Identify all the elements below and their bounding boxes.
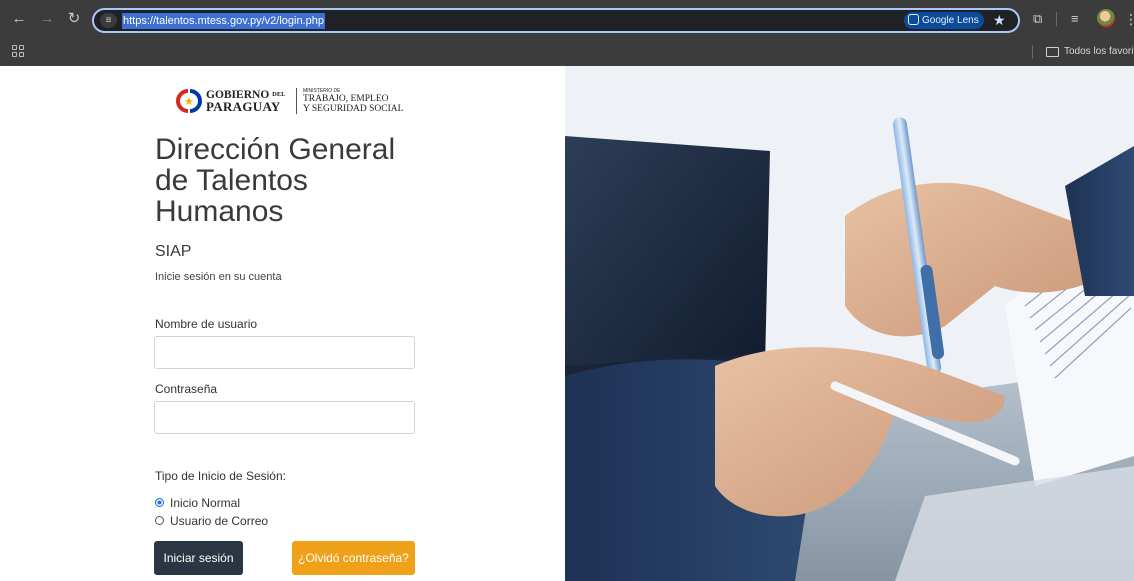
system-name: SIAP: [155, 243, 192, 260]
login-type-label: Tipo de Inicio de Sesión:: [155, 469, 286, 483]
radio-normal[interactable]: [155, 498, 164, 507]
government-logo: GOBIERNO DEL PARAGUAY MINISTERIO DE TRAB…: [176, 86, 416, 116]
radio-email[interactable]: [155, 516, 164, 525]
password-input[interactable]: [154, 401, 415, 434]
radio-normal-label: Inicio Normal: [170, 496, 241, 510]
profile-avatar[interactable]: [1097, 9, 1115, 27]
page-viewport: GOBIERNO DEL PARAGUAY MINISTERIO DE TRAB…: [0, 66, 1134, 581]
radio-email-label: Usuario de Correo: [170, 514, 269, 528]
business-hands-photo: [565, 66, 1134, 581]
logo-divider: [296, 88, 297, 114]
all-bookmarks-folder[interactable]: Todos los favoritos: [1064, 44, 1134, 60]
site-info-icon[interactable]: ≡: [100, 13, 117, 28]
login-subtitle: Inicie sesión en su cuenta: [155, 271, 282, 283]
reading-list-icon[interactable]: ≡: [1071, 9, 1079, 29]
username-label: Nombre de usuario: [155, 317, 258, 331]
gov-line-1-small: DEL: [272, 91, 286, 98]
browser-toolbar: ← → ↻ ≡ https://talentos.mtess.gov.py/v2…: [0, 0, 1134, 38]
url-text[interactable]: https://talentos.mtess.gov.py/v2/login.p…: [122, 13, 325, 29]
lens-icon: [908, 14, 919, 25]
bookmark-star-icon[interactable]: ★: [993, 11, 1006, 30]
password-label: Contraseña: [155, 382, 218, 396]
extensions-icon[interactable]: ⧉: [1033, 9, 1042, 29]
reload-icon[interactable]: ↻: [63, 8, 85, 30]
apps-grid-icon[interactable]: [12, 45, 24, 57]
bookmarks-divider: [1032, 45, 1033, 59]
bookmarks-bar: Todos los favoritos: [0, 38, 1134, 66]
page-title: Dirección General de Talentos Humanos: [155, 133, 396, 228]
back-icon[interactable]: ←: [8, 8, 30, 30]
toolbar-divider: [1056, 12, 1057, 26]
forgot-password-button[interactable]: ¿Olvidó contraseña?: [292, 541, 415, 575]
address-bar[interactable]: ≡ https://talentos.mtess.gov.py/v2/login…: [92, 8, 1020, 33]
paraguay-seal-icon: [176, 89, 202, 113]
forward-icon[interactable]: →: [36, 8, 58, 30]
ministry-line-3: Y SEGURIDAD SOCIAL: [303, 104, 404, 114]
hero-image: [565, 66, 1134, 581]
username-input[interactable]: [154, 336, 415, 369]
ministry-line-2: TRABAJO, EMPLEO: [303, 94, 389, 104]
login-button[interactable]: Iniciar sesión: [154, 541, 243, 575]
google-lens-label: Google Lens: [922, 15, 979, 26]
folder-icon: [1046, 47, 1059, 57]
login-panel: GOBIERNO DEL PARAGUAY MINISTERIO DE TRAB…: [8, 66, 565, 581]
browser-chrome: ← → ↻ ≡ https://talentos.mtess.gov.py/v2…: [0, 0, 1134, 66]
google-lens-button[interactable]: Google Lens: [904, 12, 984, 29]
gov-line-2: PARAGUAY: [206, 99, 281, 114]
kebab-menu-icon[interactable]: ⋮: [1124, 9, 1134, 29]
